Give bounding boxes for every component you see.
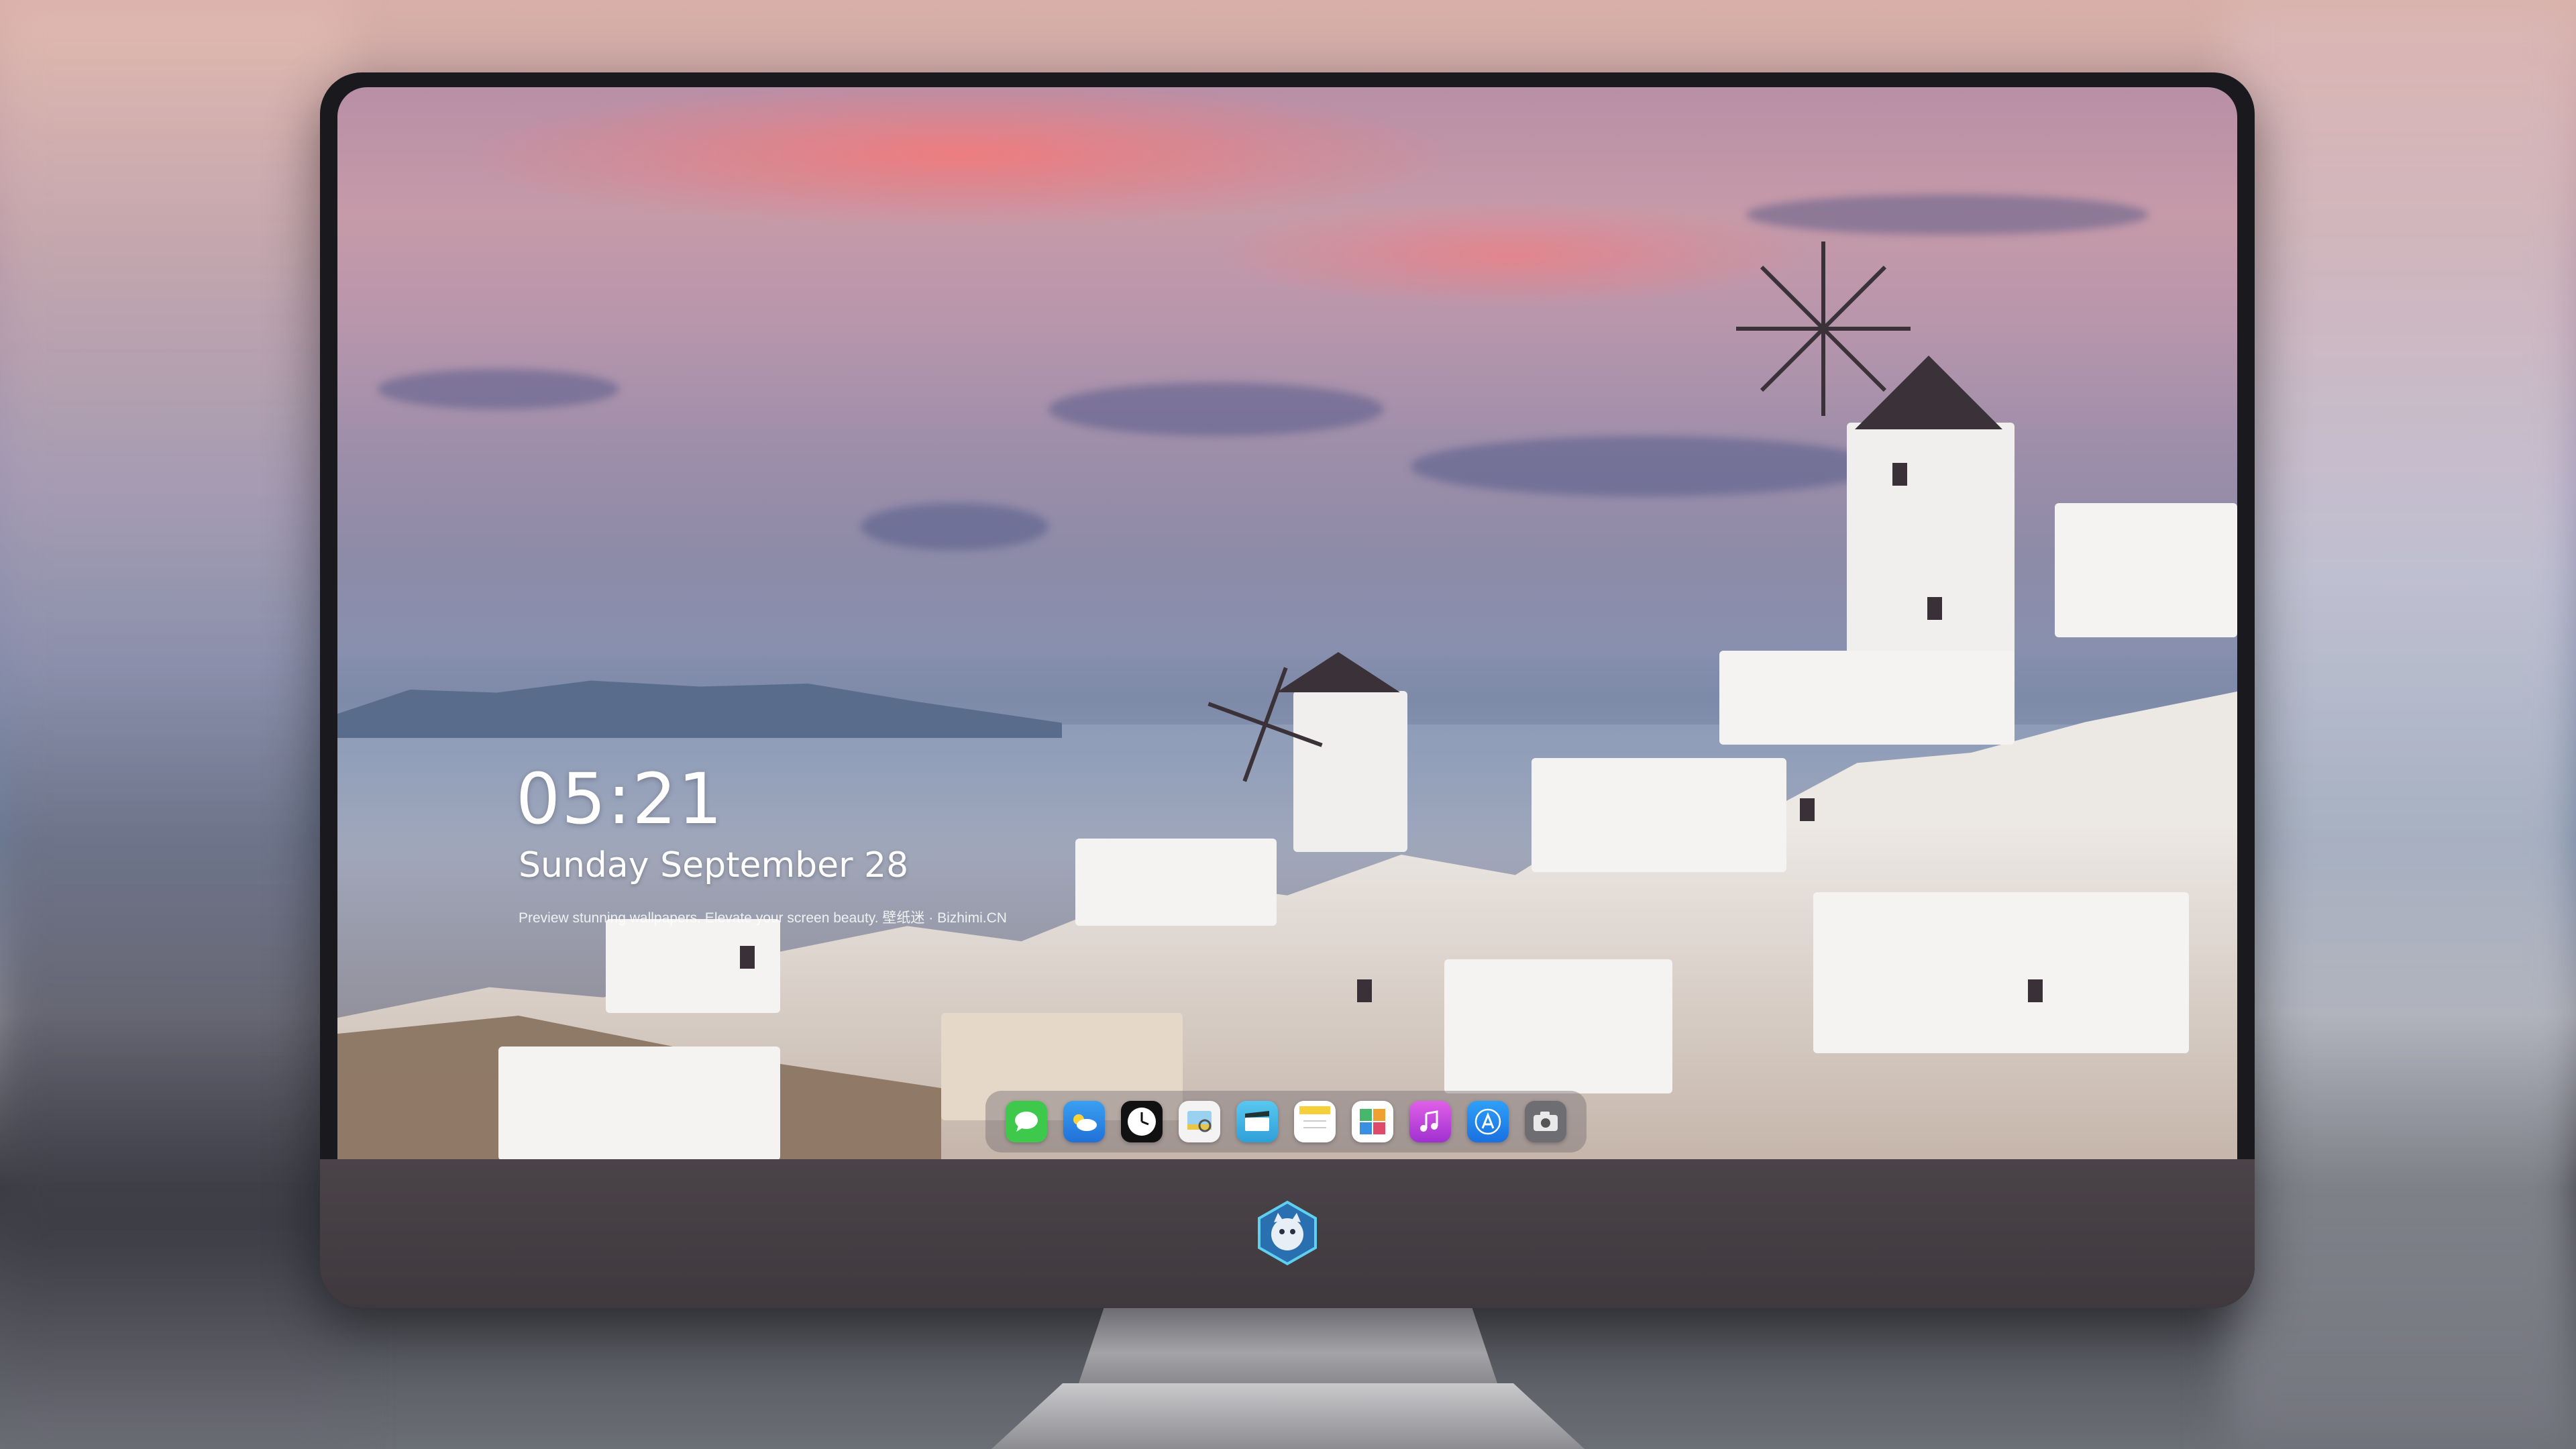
background-blur-right [2227, 0, 2576, 1449]
monitor-stand-neck [1079, 1308, 1497, 1383]
cloud [1049, 382, 1384, 436]
weather-icon[interactable] [1063, 1101, 1105, 1142]
preview-icon[interactable] [1179, 1101, 1220, 1142]
windmill-roof [1855, 356, 2002, 429]
screen: 05:21 Sunday September 28 Preview stunni… [337, 87, 2237, 1159]
lockscreen-time: 05:21 [516, 758, 724, 840]
window [2028, 979, 2043, 1002]
windmill [1293, 691, 1407, 852]
house [2055, 503, 2237, 637]
cloud [1411, 436, 1880, 496]
window [1892, 463, 1907, 486]
window [1800, 798, 1815, 821]
window [1357, 979, 1372, 1002]
monitor: 05:21 Sunday September 28 Preview stunni… [320, 72, 2255, 1308]
clips-icon[interactable] [1236, 1101, 1278, 1142]
house [1532, 758, 1786, 872]
monitor-chin [320, 1159, 2255, 1308]
house [1075, 839, 1277, 926]
music-icon[interactable] [1409, 1101, 1451, 1142]
house [498, 1046, 780, 1159]
app-store-icon[interactable] [1467, 1101, 1509, 1142]
background-blur-left [0, 0, 349, 1449]
window [740, 946, 755, 969]
photos-icon[interactable] [1352, 1101, 1393, 1142]
cloud [1746, 195, 2149, 235]
windmill [1847, 423, 2015, 664]
cloud [378, 369, 619, 409]
house [1719, 651, 2015, 745]
cloud [861, 503, 1049, 550]
dock [985, 1091, 1587, 1152]
window [1927, 597, 1942, 620]
notes-icon[interactable] [1294, 1101, 1336, 1142]
house [1813, 892, 2189, 1053]
sunset-glow [458, 87, 1464, 228]
messages-icon[interactable] [1006, 1101, 1047, 1142]
house [1444, 959, 1672, 1093]
distant-island [337, 680, 1062, 738]
lockscreen-date: Sunday September 28 [519, 845, 909, 885]
wallpaper-caption: Preview stunning wallpapers. Elevate you… [519, 910, 1007, 926]
windmill-roof [1277, 652, 1400, 692]
sunset-glow [1210, 201, 1813, 309]
camera-icon[interactable] [1525, 1101, 1566, 1142]
clock-icon[interactable] [1121, 1101, 1163, 1142]
mascot-logo-icon [1258, 1200, 1317, 1266]
monitor-stand-base [991, 1383, 1585, 1449]
